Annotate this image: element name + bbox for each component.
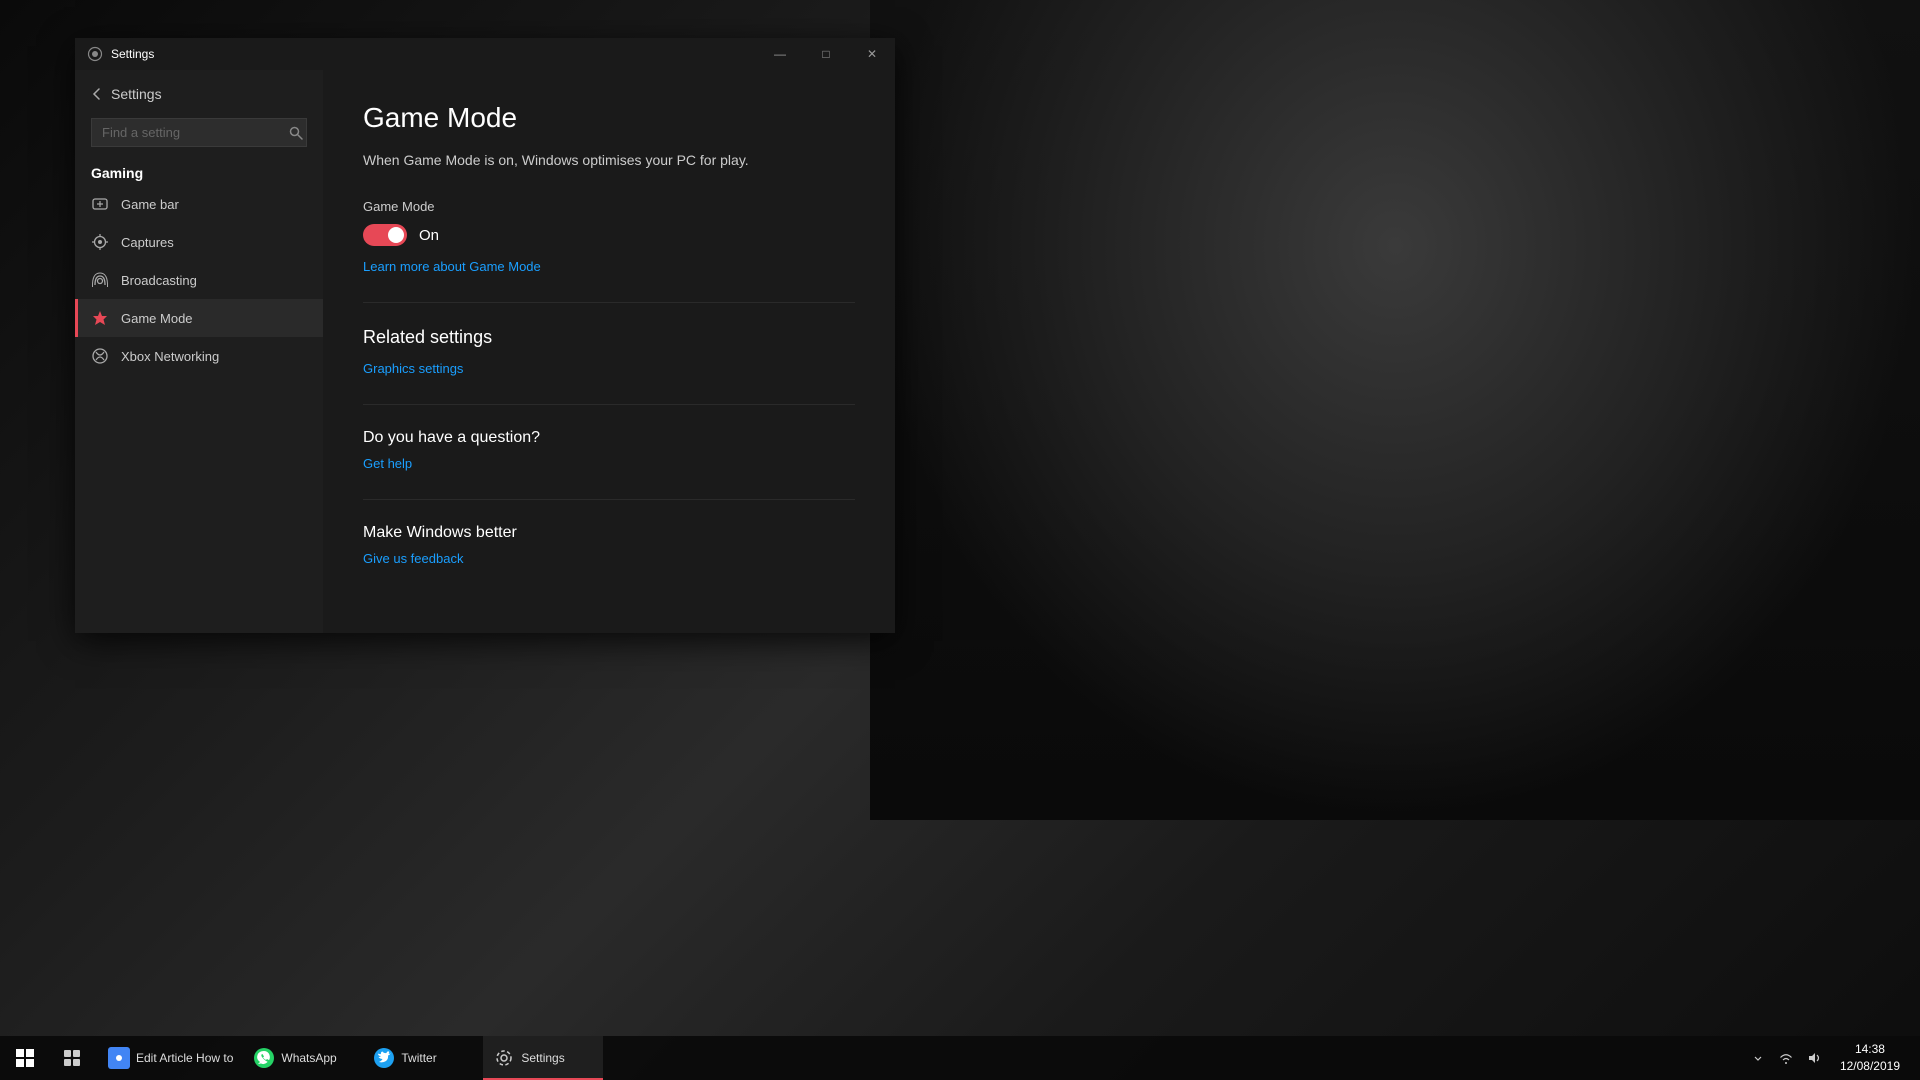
back-arrow-icon xyxy=(91,88,103,100)
get-help-link[interactable]: Get help xyxy=(363,456,412,471)
sidebar-item-xbox-networking[interactable]: Xbox Networking xyxy=(75,337,323,375)
sidebar-section-label: Gaming xyxy=(75,155,323,185)
clock-date: 12/08/2019 xyxy=(1840,1058,1900,1075)
settings-taskbar-icon xyxy=(493,1047,515,1069)
minimize-button[interactable]: — xyxy=(757,38,803,70)
taskbar-app-edit-article[interactable]: Edit Article How to xyxy=(98,1036,243,1080)
taskbar-right: 14:38 12/08/2019 xyxy=(1734,1036,1920,1080)
settings-window: Settings — □ ✕ Settings xyxy=(75,38,895,633)
xbox-icon xyxy=(91,347,109,365)
wallpaper-character xyxy=(870,0,1920,820)
title-bar-left: Settings xyxy=(75,46,154,62)
taskbar-app-whatsapp[interactable]: WhatsApp xyxy=(243,1036,363,1080)
system-tray xyxy=(1746,1036,1826,1080)
page-title: Game Mode xyxy=(363,102,855,134)
sidebar-item-captures-label: Captures xyxy=(121,235,174,250)
sidebar: Settings Gaming xyxy=(75,70,323,633)
related-settings-heading: Related settings xyxy=(363,327,855,348)
task-view-button[interactable] xyxy=(50,1036,94,1080)
toggle-state-label: On xyxy=(419,227,439,244)
tray-chevron[interactable] xyxy=(1746,1036,1770,1080)
divider-3 xyxy=(363,499,855,500)
taskbar-apps: Edit Article How to WhatsApp Twitter xyxy=(94,1036,1734,1080)
taskbar: Edit Article How to WhatsApp Twitter xyxy=(0,1036,1920,1080)
toggle-row: On xyxy=(363,224,855,246)
sidebar-item-game-bar[interactable]: Game bar xyxy=(75,185,323,223)
sidebar-item-xbox-networking-label: Xbox Networking xyxy=(121,349,219,364)
feedback-link[interactable]: Give us feedback xyxy=(363,551,463,566)
divider-1 xyxy=(363,302,855,303)
sidebar-item-broadcasting-label: Broadcasting xyxy=(121,273,197,288)
whatsapp-icon xyxy=(253,1047,275,1069)
search-input[interactable] xyxy=(91,118,307,147)
main-content: Game Mode When Game Mode is on, Windows … xyxy=(323,70,895,633)
title-bar-controls: — □ ✕ xyxy=(757,38,895,70)
sidebar-item-captures[interactable]: Captures xyxy=(75,223,323,261)
title-bar: Settings — □ ✕ xyxy=(75,38,895,70)
broadcasting-icon xyxy=(91,271,109,289)
windows-logo-icon xyxy=(16,1049,34,1067)
window-content: Settings Gaming xyxy=(75,70,895,633)
twitter-icon xyxy=(373,1047,395,1069)
gamebar-icon xyxy=(91,195,109,213)
taskbar-app-settings[interactable]: Settings xyxy=(483,1036,603,1080)
search-icon xyxy=(289,126,303,140)
feedback-heading: Make Windows better xyxy=(363,524,855,542)
task-view-icon xyxy=(63,1049,81,1067)
twitter-label: Twitter xyxy=(401,1051,436,1065)
edit-article-icon xyxy=(108,1047,130,1069)
settings-window-icon xyxy=(87,46,103,62)
game-mode-label: Game Mode xyxy=(363,199,855,214)
graphics-settings-link[interactable]: Graphics settings xyxy=(363,361,463,376)
sidebar-item-broadcasting[interactable]: Broadcasting xyxy=(75,261,323,299)
toggle-knob xyxy=(388,227,404,243)
captures-icon xyxy=(91,233,109,251)
tray-network[interactable] xyxy=(1774,1036,1798,1080)
taskbar-app-twitter[interactable]: Twitter xyxy=(363,1036,483,1080)
sidebar-item-game-bar-label: Game bar xyxy=(121,197,179,212)
game-mode-toggle[interactable] xyxy=(363,224,407,246)
sidebar-item-game-mode[interactable]: Game Mode xyxy=(75,299,323,337)
whatsapp-label: WhatsApp xyxy=(281,1051,336,1065)
sidebar-back-label: Settings xyxy=(111,86,162,102)
sidebar-back-button[interactable]: Settings xyxy=(75,78,323,110)
question-heading: Do you have a question? xyxy=(363,429,855,447)
gamemode-icon xyxy=(91,309,109,327)
maximize-button[interactable]: □ xyxy=(803,38,849,70)
page-description: When Game Mode is on, Windows optimises … xyxy=(363,150,855,171)
settings-taskbar-label: Settings xyxy=(521,1051,564,1065)
tray-volume[interactable] xyxy=(1802,1036,1826,1080)
search-container xyxy=(75,110,323,155)
divider-2 xyxy=(363,404,855,405)
learn-more-link[interactable]: Learn more about Game Mode xyxy=(363,259,541,274)
sidebar-item-game-mode-label: Game Mode xyxy=(121,311,193,326)
system-clock[interactable]: 14:38 12/08/2019 xyxy=(1832,1036,1908,1080)
clock-time: 14:38 xyxy=(1855,1041,1885,1058)
close-button[interactable]: ✕ xyxy=(849,38,895,70)
start-button[interactable] xyxy=(0,1036,50,1080)
edit-article-label: Edit Article How to xyxy=(136,1051,233,1065)
title-bar-title: Settings xyxy=(111,47,154,61)
